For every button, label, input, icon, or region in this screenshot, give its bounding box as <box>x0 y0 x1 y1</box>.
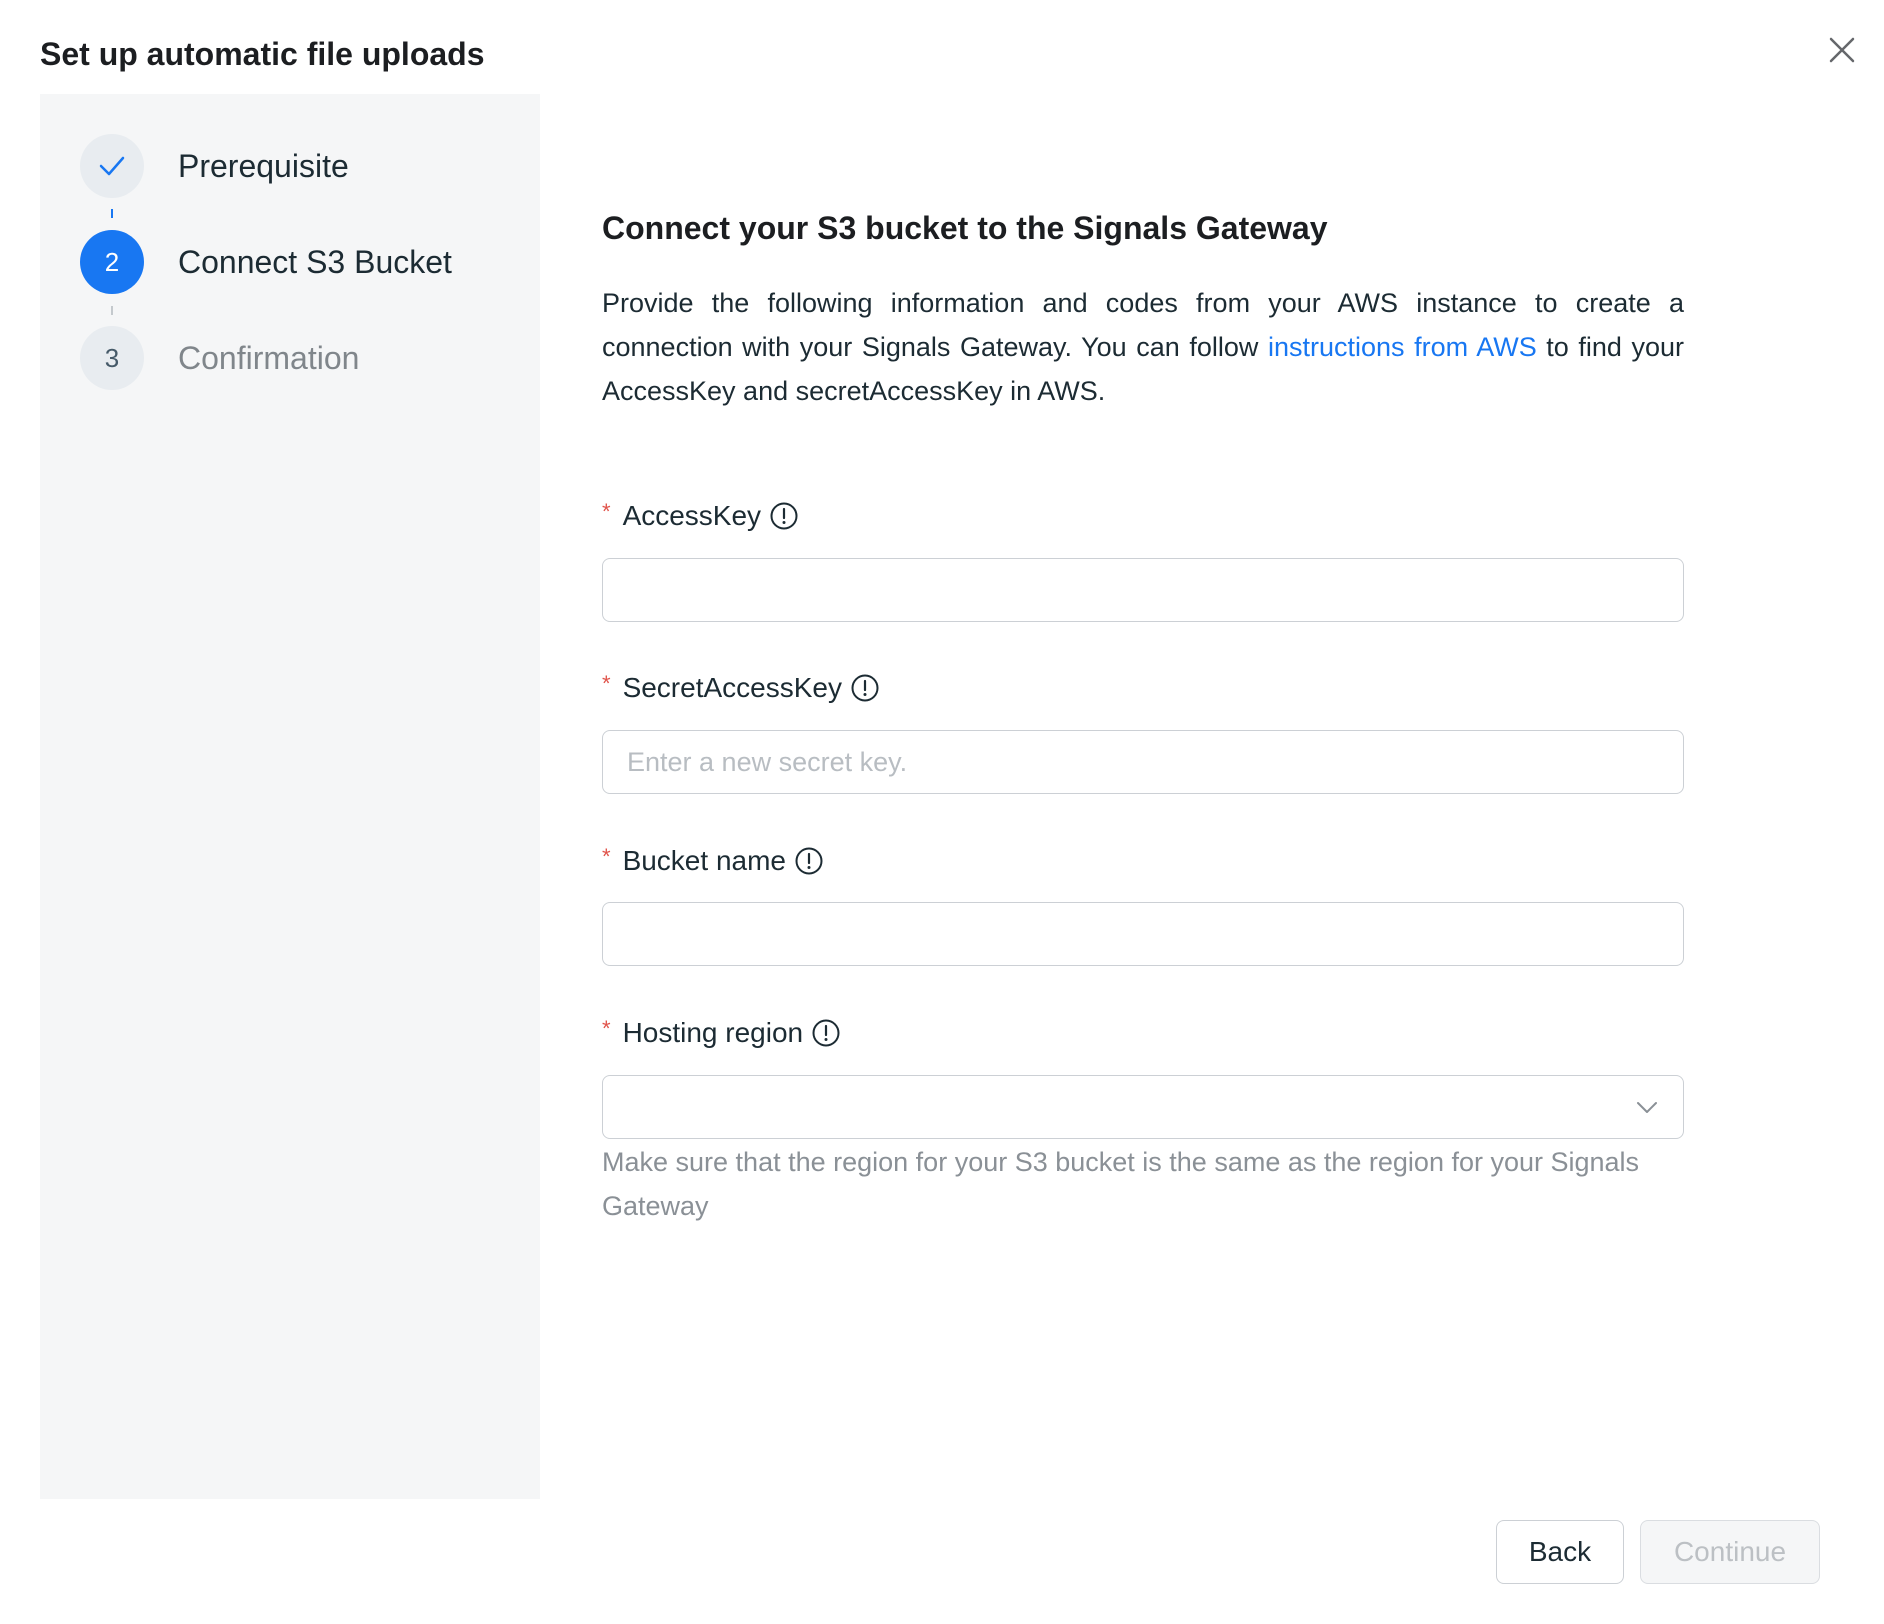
step-label-prerequisite: Prerequisite <box>178 147 349 184</box>
continue-button[interactable]: Continue <box>1640 1520 1820 1584</box>
step-complete-indicator <box>80 134 144 198</box>
secret-access-key-label: * SecretAccessKey <box>602 671 880 704</box>
hosting-region-select[interactable] <box>602 1075 1684 1139</box>
step-connector <box>111 209 113 218</box>
hosting-region-label: * Hosting region <box>602 1016 841 1049</box>
back-button[interactable]: Back <box>1496 1520 1624 1584</box>
step-confirmation: 3 Confirmation <box>80 326 359 390</box>
checkmark-icon <box>99 156 125 176</box>
step-prerequisite[interactable]: Prerequisite <box>80 134 349 198</box>
modal-title: Set up automatic file uploads <box>40 36 485 72</box>
info-icon[interactable] <box>850 673 880 703</box>
required-indicator: * <box>602 844 611 869</box>
bucket-name-input[interactable] <box>602 902 1684 966</box>
bucket-name-label: * Bucket name <box>602 844 824 877</box>
step-number-badge: 3 <box>80 326 144 390</box>
secret-access-key-input[interactable] <box>602 730 1684 794</box>
hosting-region-helper-text: Make sure that the region for your S3 bu… <box>602 1147 1640 1221</box>
access-key-input[interactable] <box>602 558 1684 622</box>
step-label-confirmation: Confirmation <box>178 339 360 376</box>
info-icon[interactable] <box>811 1018 841 1048</box>
required-indicator: * <box>602 671 611 696</box>
stepper-sidebar: Prerequisite 2 Connect S3 Bucket 3 Confi… <box>40 94 540 1499</box>
step-connector <box>111 306 113 315</box>
info-icon[interactable] <box>794 846 824 876</box>
close-button[interactable] <box>1820 28 1864 72</box>
required-indicator: * <box>602 1016 611 1041</box>
chevron-down-icon <box>1637 1102 1657 1113</box>
info-icon[interactable] <box>769 501 799 531</box>
form: * AccessKey * SecretAccessKey * Bucket n… <box>602 0 1684 1624</box>
access-key-label: * AccessKey <box>602 499 799 532</box>
required-indicator: * <box>602 499 611 524</box>
step-connect-s3-bucket[interactable]: 2 Connect S3 Bucket <box>80 230 452 294</box>
step-label-connect-s3-bucket: Connect S3 Bucket <box>178 243 452 280</box>
step-number-badge: 2 <box>80 230 144 294</box>
close-icon <box>1829 37 1855 63</box>
